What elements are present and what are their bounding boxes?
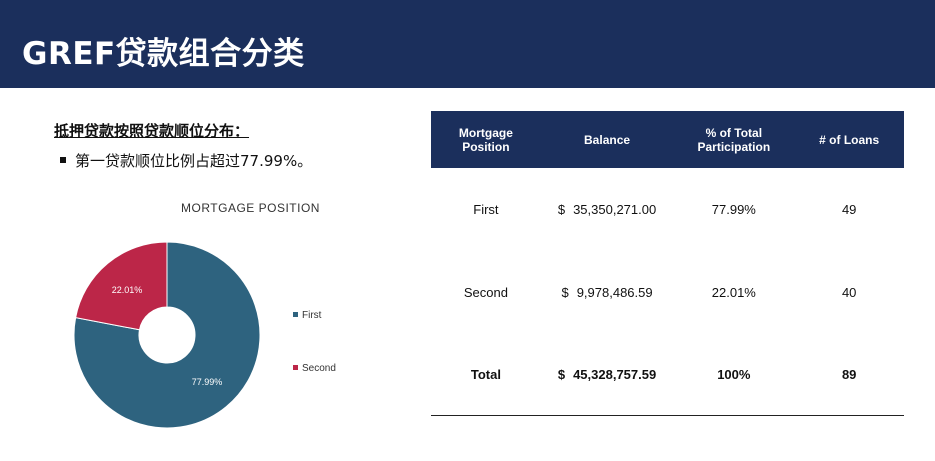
legend-label-second: Second [302, 363, 336, 374]
table-total-row: Total $45,328,757.59 100% 89 [431, 334, 904, 416]
bullet-text: 第一贷款顺位比例占超过77.99%。 [75, 152, 313, 170]
legend-item-first: First [293, 310, 321, 321]
bullet-square-icon [60, 156, 66, 163]
bullet-item: 第一贷款顺位比例占超过77.99%。 [60, 150, 312, 171]
data-label-second: 22.01% [112, 285, 143, 295]
cell-percent: 77.99% [711, 202, 756, 217]
mortgage-table: Mortgage Position Balance % of Total Par… [431, 111, 904, 416]
table-header-row: Mortgage Position Balance % of Total Par… [431, 111, 904, 168]
balance-value: 9,978,486.59 [576, 285, 653, 300]
cell-balance: $45,328,757.59 [541, 334, 673, 416]
col-header-position: Mortgage Position [431, 111, 541, 168]
col-header-balance: Balance [540, 111, 674, 168]
legend-label-first: First [302, 310, 322, 321]
cell-position: Total [470, 367, 501, 382]
cell-balance: $35,350,271.00 [541, 168, 673, 251]
cell-position: Second [463, 285, 508, 300]
cell-percent: 22.01% [711, 285, 756, 300]
cell-loans: 49 [841, 202, 857, 217]
title-bar: GREF贷款组合分类 [0, 0, 935, 88]
cell-percent: 100% [717, 367, 751, 382]
cell-balance: $9,978,486.59 [541, 251, 673, 334]
donut-chart: 77.99% 22.01% [73, 241, 261, 429]
balance-value: 45,328,757.59 [573, 367, 657, 382]
page-title: GREF贷款组合分类 [22, 36, 305, 72]
chart-title: MORTGAGE POSITION [181, 201, 320, 215]
currency-symbol: $ [557, 202, 566, 217]
col-header-percent: % of Total Participation [673, 111, 795, 168]
legend-swatch-first [293, 311, 298, 317]
cell-position: First [473, 202, 499, 217]
currency-symbol: $ [557, 367, 566, 382]
table-row: First $35,350,271.00 77.99% 49 [431, 168, 904, 251]
table-row: Second $9,978,486.59 22.01% 40 [431, 251, 904, 334]
col-header-loans: # of Loans [794, 111, 904, 168]
data-label-first: 77.99% [192, 377, 223, 387]
currency-symbol: $ [561, 285, 569, 300]
cell-loans: 89 [841, 367, 857, 382]
balance-value: 35,350,271.00 [573, 202, 657, 217]
legend-item-second: Second [293, 363, 336, 374]
section-heading: 抵押贷款按照贷款顺位分布： [54, 122, 250, 140]
cell-loans: 40 [841, 285, 857, 300]
legend-swatch-second [293, 364, 298, 370]
